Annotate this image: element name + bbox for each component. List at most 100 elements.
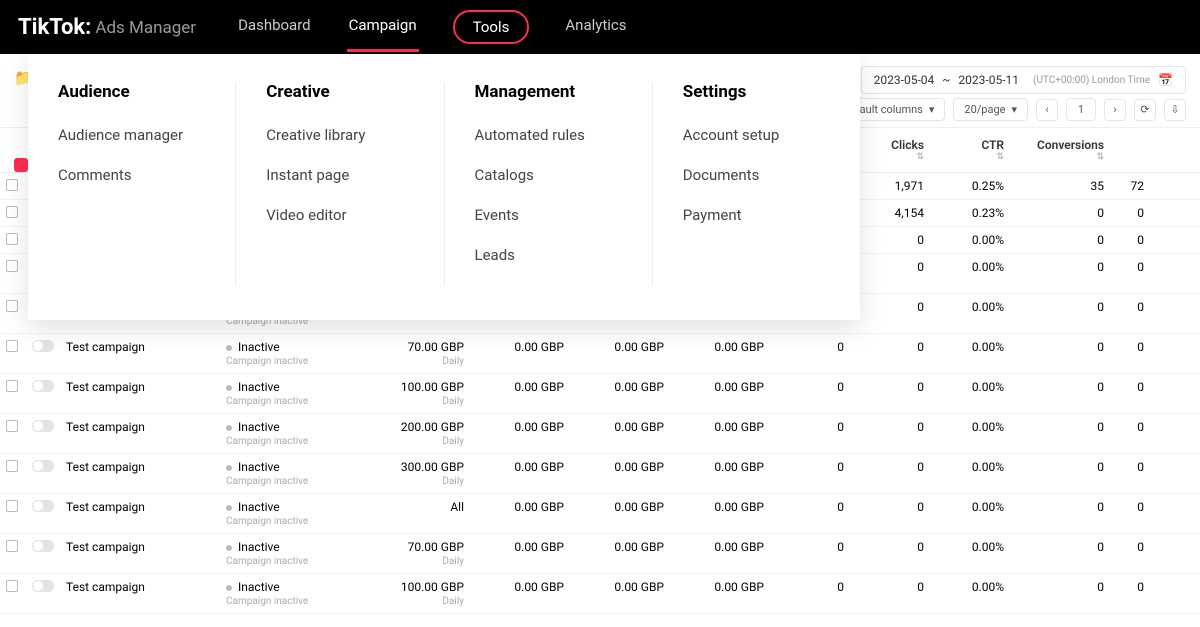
- row-checkbox[interactable]: [6, 300, 18, 312]
- nav-tools[interactable]: Tools: [453, 10, 530, 44]
- status-text: Inactive: [226, 540, 354, 554]
- date-sep: ~: [942, 73, 950, 87]
- budget-value: All: [450, 500, 464, 514]
- calendar-icon: 📅: [1158, 73, 1173, 87]
- table-row[interactable]: Test campaignInactiveCampaign inactive20…: [0, 414, 1200, 454]
- conv-value: 0: [1097, 260, 1104, 274]
- budget-sub: Daily: [442, 436, 464, 447]
- row-toggle[interactable]: [32, 420, 54, 432]
- conv-value: 0: [1097, 300, 1104, 314]
- row-toggle[interactable]: [32, 460, 54, 472]
- link-instant-page[interactable]: Instant page: [266, 166, 413, 184]
- status-dot-icon: [226, 385, 232, 391]
- budget-value: 70.00 GBP: [408, 540, 464, 554]
- row-checkbox[interactable]: [6, 460, 18, 472]
- ctr-value: 0.23%: [972, 206, 1004, 220]
- status-sub: Campaign inactive: [226, 436, 354, 447]
- cpc-value: 0.00 GBP: [614, 540, 664, 554]
- campaign-name: Test campaign: [66, 420, 214, 434]
- mega-col-settings: Settings Account setup Documents Payment: [653, 82, 860, 286]
- row-checkbox[interactable]: [6, 420, 18, 432]
- link-audience-manager[interactable]: Audience manager: [58, 126, 205, 144]
- create-button[interactable]: [14, 158, 28, 172]
- conv-value: 0: [1097, 233, 1104, 247]
- table-row[interactable]: Test campaignInactiveCampaign inactiveAl…: [0, 494, 1200, 534]
- row-toggle[interactable]: [32, 380, 54, 392]
- nav-campaign[interactable]: Campaign: [347, 10, 419, 44]
- row-checkbox[interactable]: [6, 340, 18, 352]
- row-checkbox[interactable]: [6, 580, 18, 592]
- cost-value: 0.00 GBP: [514, 540, 564, 554]
- status-dot-icon: [226, 545, 232, 551]
- folder-icon[interactable]: 📁: [14, 68, 28, 82]
- ctr-value: 0.00%: [972, 460, 1004, 474]
- cost-value: 0.00 GBP: [514, 500, 564, 514]
- nav-dashboard[interactable]: Dashboard: [236, 10, 313, 44]
- cpm-value: 0.00 GBP: [714, 340, 764, 354]
- mega-audience-title: Audience: [58, 82, 205, 102]
- ctr-value: 0.00%: [972, 540, 1004, 554]
- row-checkbox[interactable]: [6, 380, 18, 392]
- page-prev[interactable]: ‹: [1036, 99, 1058, 121]
- link-leads[interactable]: Leads: [475, 246, 622, 264]
- ctr-value: 0.00%: [972, 380, 1004, 394]
- imp-value: 0: [837, 540, 844, 554]
- row-checkbox[interactable]: [6, 260, 18, 272]
- row-toggle[interactable]: [32, 340, 54, 352]
- page-next[interactable]: ›: [1104, 99, 1126, 121]
- campaign-name: Test campaign: [66, 500, 214, 514]
- page-number[interactable]: 1: [1066, 98, 1096, 121]
- clicks-value: 0: [917, 260, 924, 274]
- campaign-name: Test campaign: [66, 540, 214, 554]
- export-button[interactable]: ⇩: [1164, 99, 1186, 121]
- nav-analytics[interactable]: Analytics: [563, 10, 628, 44]
- ctr-value: 0.00%: [972, 500, 1004, 514]
- table-row[interactable]: Test campaignInactiveCampaign inactive30…: [0, 454, 1200, 494]
- sort-icon: ⇅: [996, 152, 1004, 162]
- table-row[interactable]: Test campaignInactiveCampaign inactive10…: [0, 374, 1200, 414]
- link-creative-library[interactable]: Creative library: [266, 126, 413, 144]
- brand-sep: :: [85, 15, 91, 40]
- campaign-name: Test campaign: [66, 460, 214, 474]
- mega-settings-title: Settings: [683, 82, 830, 102]
- row-checkbox[interactable]: [6, 206, 18, 218]
- row-toggle[interactable]: [32, 540, 54, 552]
- brand-main: TikTok: [18, 15, 85, 40]
- row-checkbox[interactable]: [6, 179, 18, 191]
- col-conversions[interactable]: Conversions⇅: [1010, 138, 1110, 162]
- link-automated-rules[interactable]: Automated rules: [475, 126, 622, 144]
- row-toggle[interactable]: [32, 500, 54, 512]
- row-toggle[interactable]: [32, 580, 54, 592]
- top-nav: TikTok: Ads Manager Dashboard Campaign T…: [0, 0, 1200, 54]
- clicks-value: 0: [917, 420, 924, 434]
- pagesize-select[interactable]: 20/page▾: [953, 98, 1028, 121]
- status-dot-icon: [226, 585, 232, 591]
- col-clicks[interactable]: Clicks⇅: [850, 138, 930, 162]
- table-row[interactable]: Test campaignInactiveCampaign inactive70…: [0, 334, 1200, 374]
- link-account-setup[interactable]: Account setup: [683, 126, 830, 144]
- table-row[interactable]: Test campaignInactiveCampaign inactive10…: [0, 574, 1200, 614]
- ctr-value: 0.00%: [972, 233, 1004, 247]
- clicks-value: 0: [917, 500, 924, 514]
- date-range[interactable]: 2023-05-04 ~ 2023-05-11 (UTC+00:00) Lond…: [861, 66, 1186, 94]
- link-events[interactable]: Events: [475, 206, 622, 224]
- link-payment[interactable]: Payment: [683, 206, 830, 224]
- table-row[interactable]: Test campaignInactiveCampaign inactive70…: [0, 534, 1200, 574]
- status-text: Inactive: [226, 500, 354, 514]
- link-catalogs[interactable]: Catalogs: [475, 166, 622, 184]
- row-checkbox[interactable]: [6, 500, 18, 512]
- col-ctr[interactable]: CTR⇅: [930, 138, 1010, 162]
- status-sub: Campaign inactive: [226, 396, 354, 407]
- cpc-value: 0.00 GBP: [614, 580, 664, 594]
- row-checkbox[interactable]: [6, 540, 18, 552]
- link-documents[interactable]: Documents: [683, 166, 830, 184]
- link-video-editor[interactable]: Video editor: [266, 206, 413, 224]
- chevron-down-icon: ▾: [929, 103, 935, 116]
- cost-value: 0.00 GBP: [514, 460, 564, 474]
- clicks-value: 0: [917, 340, 924, 354]
- ctr-value: 0.00%: [972, 580, 1004, 594]
- conv-value: 0: [1097, 580, 1104, 594]
- link-comments[interactable]: Comments: [58, 166, 205, 184]
- row-checkbox[interactable]: [6, 233, 18, 245]
- refresh-button[interactable]: ⟳: [1134, 99, 1156, 121]
